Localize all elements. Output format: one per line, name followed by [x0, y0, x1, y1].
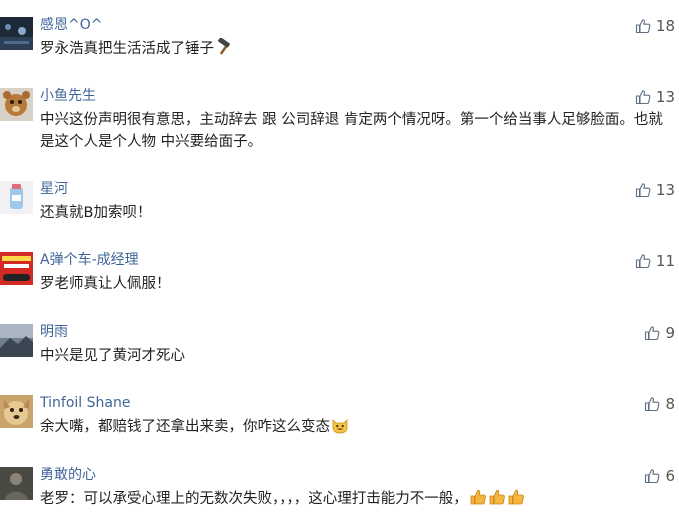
username[interactable]: 明雨 — [40, 323, 68, 341]
comment-item: 星河 还真就B加索呗！ 13 — [0, 181, 679, 241]
username[interactable]: 小鱼先生 — [40, 87, 96, 105]
username[interactable]: 勇敢的心 — [40, 466, 96, 484]
thumbs-up-emoji — [470, 489, 486, 505]
like-count: 18 — [655, 17, 675, 35]
thumbs-up-emoji — [508, 489, 524, 505]
comment-item: A弹个车-成经理 罗老师真让人佩服！ 11 — [0, 252, 679, 312]
username[interactable]: 感恩^O^ — [40, 16, 102, 34]
avatar[interactable] — [0, 252, 33, 285]
like-count: 6 — [665, 467, 675, 485]
username[interactable]: A弹个车-成经理 — [40, 251, 139, 269]
comment-text: 中兴这份声明很有意思，主动辞去 跟 公司辞退 肯定两个情况呀。第一个给当事人足够… — [40, 112, 663, 150]
comment-item: 勇敢的心 老罗：可以承受心理上的无数次失败，，，，这心理打击能力不一般， 6 — [0, 467, 679, 527]
like-button[interactable]: 11 — [635, 251, 675, 271]
thumbs-up-emoji-group — [468, 489, 525, 507]
comment-text: 余大嘴，都赔钱了还拿出来卖，你咋这么变态 — [40, 416, 665, 438]
comment-item: 明雨 中兴是见了黄河才死心 9 — [0, 324, 679, 384]
comment-text: 还真就B加索呗！ — [40, 205, 152, 221]
like-count: 8 — [665, 395, 675, 413]
thumbs-up-icon — [635, 90, 651, 105]
like-button[interactable]: 9 — [644, 323, 675, 343]
thumbs-up-emoji — [489, 489, 505, 505]
like-count: 9 — [665, 324, 675, 342]
thumbs-up-icon — [635, 19, 651, 34]
thumbs-up-icon — [645, 469, 660, 484]
comment-text: 老罗：可以承受心理上的无数次失败，，，，这心理打击能力不一般， — [40, 488, 665, 510]
comment-text: 罗永浩真把生活活成了锤子 — [40, 38, 665, 60]
like-button[interactable]: 13 — [635, 180, 675, 200]
avatar[interactable] — [0, 395, 33, 428]
hammer-emoji — [218, 38, 230, 55]
avatar[interactable] — [0, 467, 33, 500]
comment-text: 罗老师真让人佩服！ — [40, 276, 171, 292]
username[interactable]: Tinfoil Shane — [40, 394, 130, 412]
like-count: 13 — [655, 88, 675, 106]
username[interactable]: 星河 — [40, 180, 68, 198]
avatar[interactable] — [0, 17, 33, 50]
like-button[interactable]: 6 — [644, 466, 675, 486]
like-count: 13 — [655, 181, 675, 199]
comment-text: 中兴是见了黄河才死心 — [40, 348, 185, 364]
comment-item: Tinfoil Shane 余大嘴，都赔钱了还拿出来卖，你咋这么变态 8 — [0, 395, 679, 455]
like-count: 11 — [655, 252, 675, 270]
comment-item: 小鱼先生 中兴这份声明很有意思，主动辞去 跟 公司辞退 肯定两个情况呀。第一个给… — [0, 87, 679, 150]
like-button[interactable]: 8 — [644, 394, 675, 414]
avatar[interactable] — [0, 324, 33, 357]
like-button[interactable]: 13 — [635, 87, 675, 107]
thumbs-up-icon — [635, 183, 651, 198]
thumbs-up-icon — [645, 397, 660, 412]
avatar[interactable] — [0, 88, 33, 121]
thumbs-up-icon — [645, 326, 660, 341]
avatar[interactable] — [0, 181, 33, 214]
grinning-cat-emoji — [332, 419, 348, 434]
like-button[interactable]: 18 — [635, 16, 675, 36]
thumbs-up-icon — [635, 254, 651, 269]
comment-item: 感恩^O^ 罗永浩真把生活活成了锤子 18 — [0, 17, 679, 77]
